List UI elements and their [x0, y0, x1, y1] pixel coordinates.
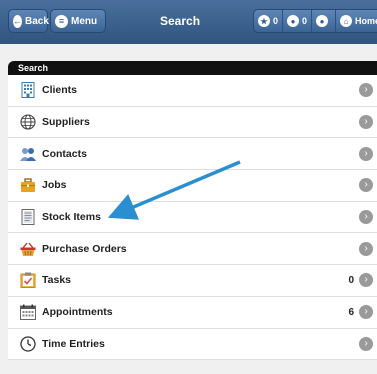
back-label: Back — [25, 15, 49, 27]
menu-button[interactable]: ≡ Menu — [50, 9, 106, 33]
chevron-right-icon: › — [359, 241, 373, 256]
list-item-jobs[interactable]: Jobs › — [8, 170, 377, 202]
chevron-right-icon: › — [359, 178, 373, 193]
hamburger-icon: ≡ — [55, 14, 68, 28]
list-item-label: Clients — [42, 84, 78, 97]
panel-title: Search — [8, 61, 377, 75]
document-icon — [20, 209, 36, 226]
users-button[interactable]: ● 0 — [283, 10, 313, 32]
map-pin-icon: ● — [316, 15, 329, 27]
chevron-right-icon: › — [359, 210, 373, 225]
clock-icon — [20, 336, 36, 352]
arrow-left-icon: ← — [13, 14, 22, 28]
top-header-bar: ← Back ≡ Menu Search ★ 0 ● 0 ● ⌂ Home — [0, 0, 377, 44]
users-count: 0 — [302, 16, 308, 26]
list-item-label: Suppliers — [42, 116, 90, 129]
back-button[interactable]: ← Back — [8, 9, 49, 33]
star-icon: ★ — [258, 15, 270, 27]
list-item-time-entries[interactable]: Time Entries › — [8, 328, 377, 361]
list-item-label: Time Entries — [42, 337, 105, 350]
list-item-label: Purchase Orders — [42, 242, 127, 255]
briefcase-icon — [20, 177, 36, 193]
home-icon: ⌂ — [340, 15, 353, 27]
list-item-label: Jobs — [42, 179, 67, 192]
favorites-button[interactable]: ★ 0 — [254, 10, 284, 32]
chevron-right-icon: › — [359, 273, 373, 288]
search-panel: Search Clients › Suppliers › Contacts › … — [8, 61, 377, 361]
menu-label: Menu — [71, 15, 98, 27]
list-item-label: Tasks — [42, 274, 71, 287]
list-item-label: Contacts — [42, 147, 87, 160]
item-count: 0 — [348, 274, 354, 286]
building-icon — [20, 82, 36, 99]
clipboard-check-icon — [20, 272, 36, 289]
home-label: Home — [355, 16, 377, 26]
list-item-clients[interactable]: Clients › — [8, 75, 377, 107]
header-action-group: ★ 0 ● 0 ● ⌂ Home — [253, 9, 377, 33]
list-item-label: Appointments — [42, 306, 113, 319]
home-button[interactable]: ⌂ Home — [336, 10, 377, 32]
basket-icon — [20, 241, 36, 257]
list-item-tasks[interactable]: Tasks 0 › — [8, 265, 377, 297]
list-item-suppliers[interactable]: Suppliers › — [8, 106, 377, 139]
list-item-purchase-orders[interactable]: Purchase Orders › — [8, 233, 377, 266]
chevron-right-icon: › — [359, 146, 373, 161]
globe-icon — [20, 114, 36, 130]
page-title: Search — [160, 14, 201, 28]
list-item-contacts[interactable]: Contacts › — [8, 138, 377, 171]
chevron-right-icon: › — [359, 305, 373, 320]
user-icon: ● — [287, 15, 300, 27]
location-button[interactable]: ● — [312, 10, 337, 32]
list-item-stock-items[interactable]: Stock Items › — [8, 201, 377, 234]
chevron-right-icon: › — [359, 115, 373, 130]
calendar-icon — [20, 304, 36, 321]
chevron-right-icon: › — [359, 83, 373, 98]
favorites-count: 0 — [273, 16, 279, 26]
chevron-right-icon: › — [359, 336, 373, 351]
list-item-label: Stock Items — [42, 211, 101, 224]
item-count: 6 — [348, 306, 354, 318]
list-item-appointments[interactable]: Appointments 6 › — [8, 296, 377, 329]
contacts-icon — [20, 146, 36, 162]
